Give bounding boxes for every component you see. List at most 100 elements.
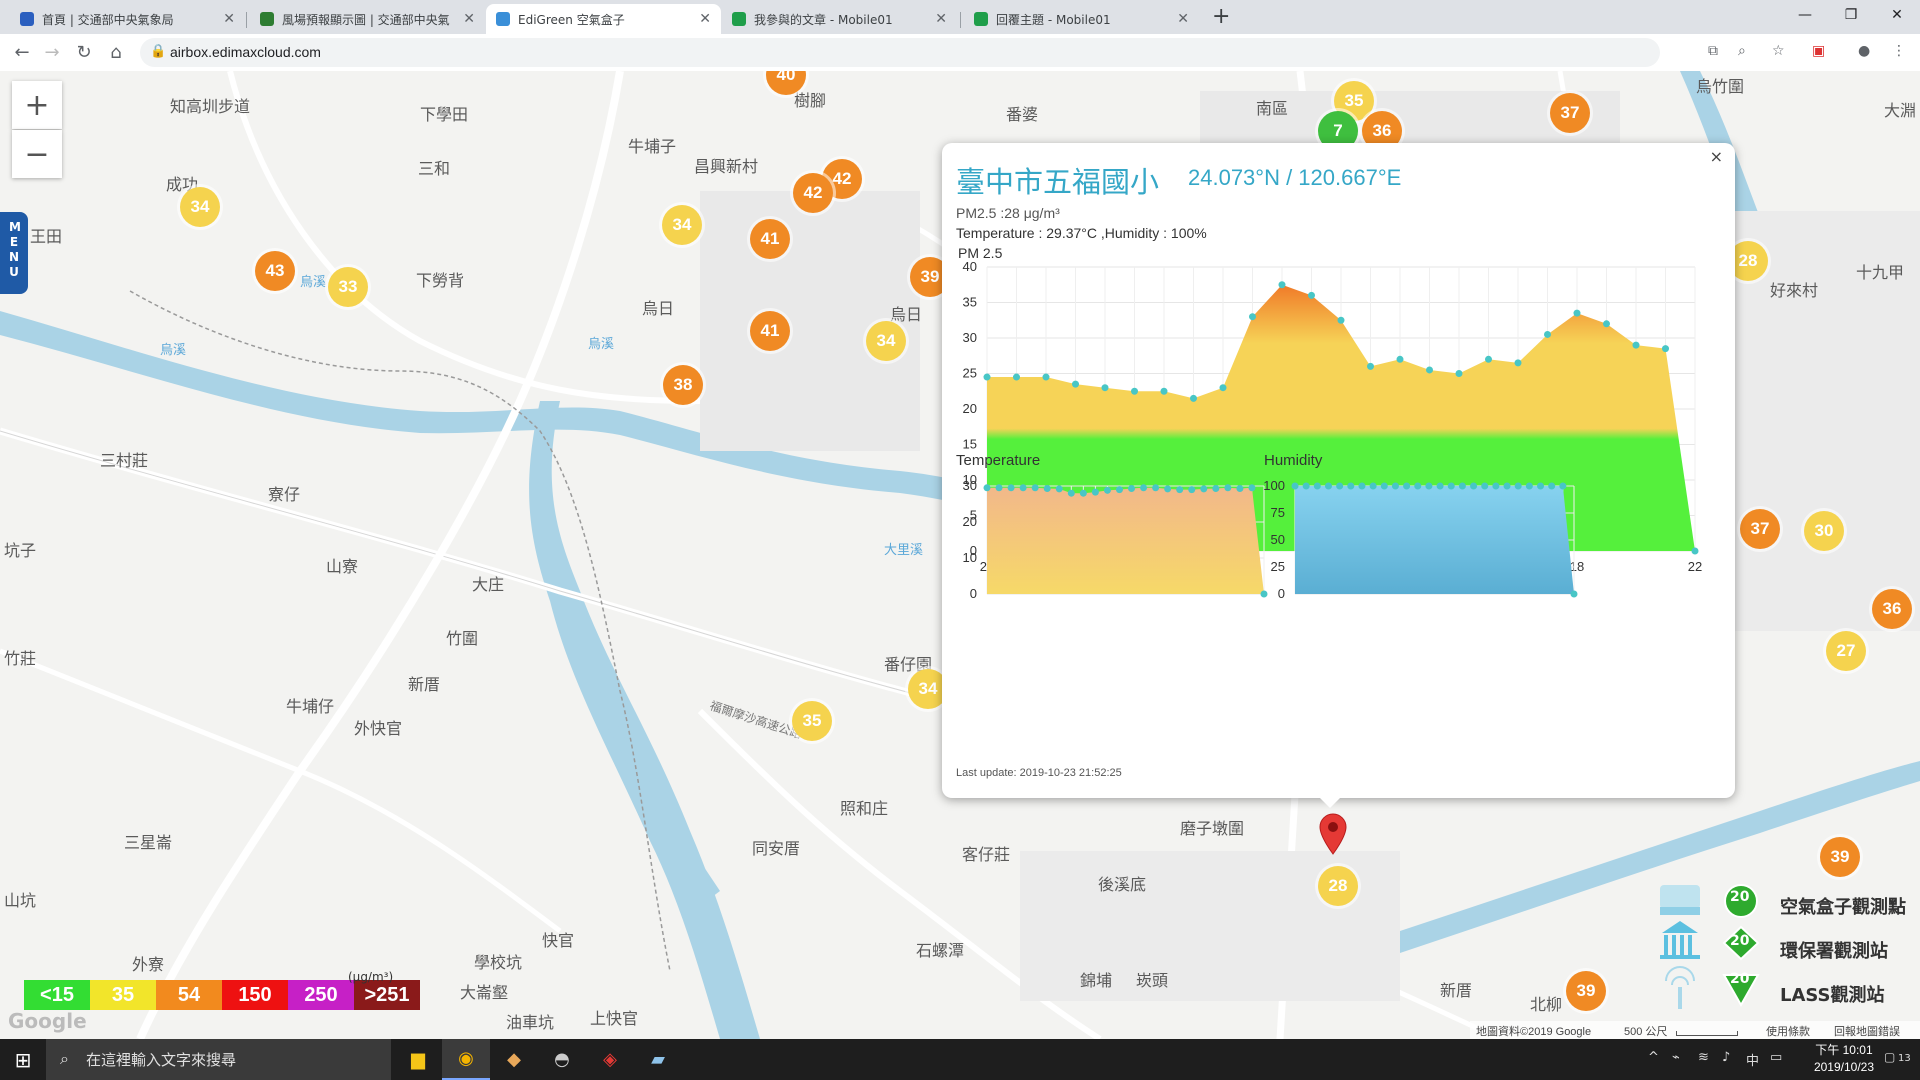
tab-mobile01-articles[interactable]: 我參與的文章 - Mobile01 ✕ [722,4,957,34]
station-badges [1722,884,1760,1008]
close-tab-icon[interactable]: ✕ [935,11,947,27]
system-clock[interactable]: 下午 10:01 2019/10/23 [1814,1042,1874,1076]
tab-favicon-icon [496,12,510,26]
clock-time: 下午 10:01 [1815,1043,1873,1057]
place-label: 外寮 [132,955,165,974]
x-tick-label: 22 [1688,559,1702,574]
wifi-icon[interactable]: ≋ [1698,1050,1709,1065]
aq-marker[interactable]: 37 [1550,93,1590,133]
ime-indicator[interactable]: 中 [1746,1050,1759,1069]
place-label: 王田 [30,227,63,246]
keyboard-icon[interactable]: ▭ [1770,1050,1782,1065]
data-point [1131,387,1138,395]
close-tab-icon[interactable]: ✕ [463,11,475,27]
close-tab-icon[interactable]: ✕ [699,11,711,27]
place-label: 大崙壑 [460,983,509,1002]
forward-icon[interactable]: → [40,41,64,65]
data-point [1403,482,1411,490]
river-label: 烏溪 [588,337,615,352]
zoom-icon[interactable]: ⌕ [1738,43,1746,59]
chrome-icon[interactable]: ◉ [442,1039,490,1080]
volume-icon[interactable]: ♪ [1722,1050,1730,1065]
taskbar-search-box[interactable]: ⌕ 在這裡輸入文字來搜尋 [46,1039,391,1080]
close-popup-icon[interactable]: × [1710,147,1723,166]
aq-marker[interactable]: 36 [1872,589,1912,629]
url-text: airbox.edimaxcloud.com [170,44,321,60]
report-error-link[interactable]: 回報地圖錯誤 [1834,1023,1900,1039]
place-label: 坑子 [4,541,37,560]
back-icon[interactable]: ← [10,41,34,65]
tab-wind-forecast[interactable]: 風場預報顯示圖 | 交通部中央氣 ✕ [250,4,485,34]
y-tick-label: 15 [963,437,977,452]
data-point [1164,485,1172,493]
network-icon[interactable]: ⌁ [1672,1050,1680,1065]
place-label: 山寮 [326,557,359,576]
aq-marker[interactable]: 27 [1826,631,1866,671]
aq-marker[interactable]: 34 [180,187,220,227]
extension-icon[interactable]: ▣ [1812,43,1825,59]
file-explorer-icon[interactable]: ▆ [394,1039,442,1080]
data-point [1079,489,1087,497]
home-icon[interactable]: ⌂ [104,41,128,65]
menu-tab[interactable]: MENU [0,212,28,294]
translate-icon[interactable]: ⧉ [1708,43,1718,59]
zoom-in-button[interactable]: + [12,81,62,129]
tab-mobile01-reply[interactable]: 回覆主題 - Mobile01 ✕ [964,4,1199,34]
close-tab-icon[interactable]: ✕ [1177,11,1189,27]
river-label: 烏溪 [160,343,187,358]
tab-favicon-icon [20,12,34,26]
aq-marker[interactable]: 39 [1566,971,1606,1011]
selected-location-pin-icon[interactable] [1318,813,1348,855]
aq-marker[interactable]: 30 [1804,511,1844,551]
app-icon-4[interactable]: ◓ [538,1039,586,1080]
lass-station-label: LASS觀測站 [1780,985,1885,1006]
station-type-icons [1660,885,1700,1009]
windows-start-icon[interactable]: ⊞ [0,1039,46,1080]
data-point [1691,547,1699,555]
zoom-out-button[interactable]: − [12,130,62,178]
profile-icon[interactable]: ● [1858,43,1870,59]
bookmark-star-icon[interactable]: ☆ [1772,43,1785,59]
notification-icon[interactable]: ▢ [1884,1050,1895,1064]
data-point [1380,482,1388,490]
terms-link[interactable]: 使用條款 [1766,1023,1810,1039]
app-icon-6[interactable]: ▰ [634,1039,682,1080]
tray-chevron-icon[interactable]: ^ [1648,1050,1659,1065]
minimize-icon[interactable]: — [1782,0,1828,30]
tab-favicon-icon [732,12,746,26]
aq-marker[interactable]: 34 [662,205,702,245]
close-window-icon[interactable]: ✕ [1874,0,1920,30]
browser-menu-icon[interactable]: ⋮ [1892,43,1906,59]
tab-cwb-home[interactable]: 首頁 | 交通部中央氣象局 ✕ [10,4,245,34]
place-label: 外快官 [354,719,403,738]
aq-marker[interactable]: 28 [1318,866,1358,906]
aq-marker[interactable]: 42 [793,173,833,213]
aq-marker[interactable]: 33 [328,267,368,307]
aq-marker[interactable]: 41 [750,311,790,351]
humidity-area [1295,486,1574,594]
y-tick-label: 20 [963,514,977,529]
new-tab-button[interactable]: + [1212,4,1230,29]
aq-marker[interactable]: 43 [255,251,295,291]
tab-edigreen[interactable]: EdiGreen 空氣盒子 ✕ [486,4,721,34]
data-point [1236,485,1244,493]
aq-marker[interactable]: 35 [792,701,832,741]
aq-marker[interactable]: 37 [1740,509,1780,549]
place-label: 牛埔子 [628,137,677,156]
aq-marker[interactable]: 41 [750,219,790,259]
aq-marker[interactable]: 38 [663,365,703,405]
close-tab-icon[interactable]: ✕ [223,11,235,27]
app-icon-5[interactable]: ◈ [586,1039,634,1080]
search-placeholder: 在這裡輸入文字來搜尋 [86,1051,237,1069]
data-point [1570,590,1578,598]
place-label: 牛埔仔 [286,697,335,716]
reload-icon[interactable]: ↻ [72,41,96,65]
app-icon-3[interactable]: ◆ [490,1039,538,1080]
legend-item: >251 [354,980,420,1010]
place-label: 三村莊 [100,451,149,470]
aq-marker[interactable]: 34 [866,321,906,361]
address-bar[interactable]: 🔒 airbox.edimaxcloud.com [140,38,1660,67]
maximize-icon[interactable]: ❐ [1828,0,1874,30]
data-point [1514,482,1522,490]
aq-marker[interactable]: 39 [1820,837,1860,877]
